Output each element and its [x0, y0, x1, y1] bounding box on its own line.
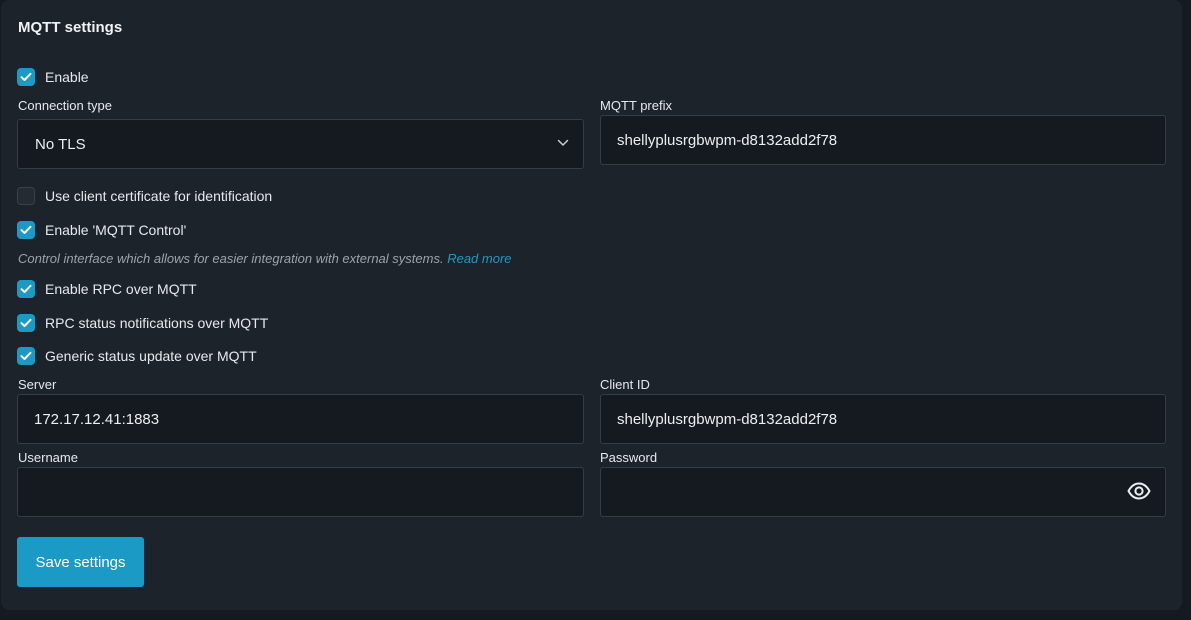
client-cert-checkbox-row[interactable]: Use client certificate for identificatio…: [17, 186, 272, 206]
mqtt-control-checkbox[interactable]: [17, 221, 35, 239]
mqtt-control-label: Enable 'MQTT Control': [45, 222, 187, 238]
enable-checkbox-row[interactable]: Enable: [17, 67, 89, 87]
chevron-down-icon: [557, 139, 569, 146]
check-icon: [20, 225, 32, 234]
read-more-link[interactable]: Read more: [447, 251, 511, 266]
eye-icon[interactable]: [1127, 482, 1151, 500]
enable-checkbox[interactable]: [17, 68, 35, 86]
section-title: MQTT settings: [18, 19, 123, 36]
rpc-label: Enable RPC over MQTT: [45, 281, 197, 297]
generic-status-label: Generic status update over MQTT: [45, 348, 257, 364]
mqtt-settings-card: MQTT settings Enable Connection type No …: [1, 0, 1182, 610]
username-label: Username: [18, 450, 78, 465]
mqtt-prefix-input[interactable]: [601, 116, 1165, 164]
password-label: Password: [600, 450, 658, 465]
check-icon: [20, 284, 32, 293]
connection-type-select[interactable]: No TLS: [17, 119, 584, 169]
username-field[interactable]: [17, 467, 584, 517]
rpc-status-label: RPC status notifications over MQTT: [45, 315, 269, 331]
check-icon: [20, 72, 32, 81]
server-field[interactable]: [17, 394, 584, 444]
server-input[interactable]: [18, 395, 583, 443]
generic-status-checkbox[interactable]: [17, 347, 35, 365]
client-cert-checkbox[interactable]: [17, 187, 35, 205]
password-input[interactable]: [601, 468, 1165, 516]
hint-text: Control interface which allows for easie…: [18, 251, 444, 266]
rpc-checkbox[interactable]: [17, 280, 35, 298]
save-settings-button[interactable]: Save settings: [17, 537, 144, 587]
client-id-input[interactable]: [601, 395, 1165, 443]
client-id-field[interactable]: [600, 394, 1166, 444]
check-icon: [20, 318, 32, 327]
mqtt-control-hint: Control interface which allows for easie…: [18, 251, 512, 266]
rpc-status-checkbox-row[interactable]: RPC status notifications over MQTT: [17, 313, 268, 333]
mqtt-prefix-label: MQTT prefix: [600, 98, 672, 113]
rpc-status-checkbox[interactable]: [17, 314, 35, 332]
generic-status-checkbox-row[interactable]: Generic status update over MQTT: [17, 346, 257, 366]
mqtt-control-checkbox-row[interactable]: Enable 'MQTT Control': [17, 220, 186, 240]
client-cert-label: Use client certificate for identificatio…: [45, 188, 273, 204]
client-id-label: Client ID: [600, 377, 650, 392]
password-field[interactable]: [600, 467, 1166, 517]
connection-type-value: No TLS: [35, 136, 86, 153]
check-icon: [20, 351, 32, 360]
mqtt-prefix-field[interactable]: [600, 115, 1166, 165]
enable-label: Enable: [45, 69, 89, 85]
connection-type-label: Connection type: [18, 98, 112, 113]
server-label: Server: [18, 377, 57, 392]
rpc-checkbox-row[interactable]: Enable RPC over MQTT: [17, 279, 197, 299]
username-input[interactable]: [18, 468, 583, 516]
